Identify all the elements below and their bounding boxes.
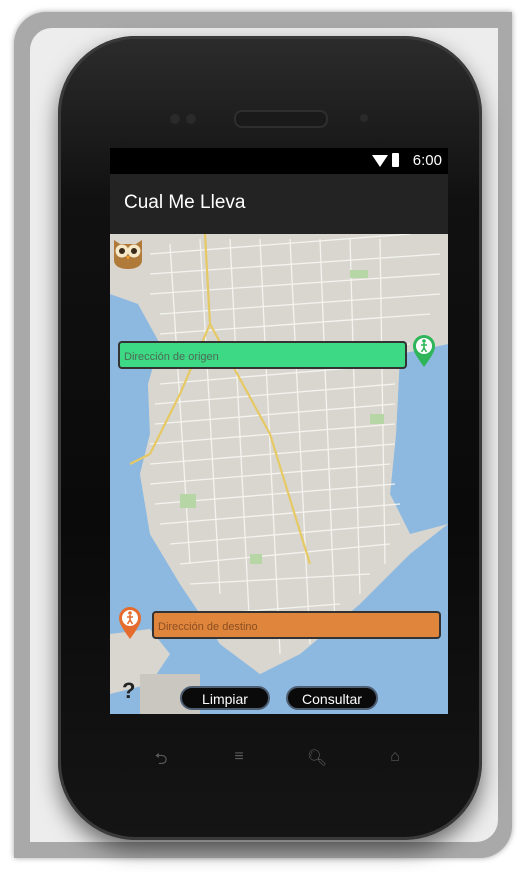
help-button[interactable]: ?: [122, 678, 135, 704]
status-time: 6:00: [412, 152, 442, 169]
search-icon[interactable]: 🔍︎: [302, 748, 332, 768]
earpiece-speaker: [234, 110, 328, 128]
destination-walking-pin-icon[interactable]: [118, 606, 142, 640]
app-title: Cual Me Lleva: [124, 192, 246, 213]
phone-screen: 6:00 Cual Me Lleva Dirección de origen D…: [110, 148, 448, 714]
menu-icon[interactable]: ≡: [224, 748, 254, 768]
ambient-sensor: [186, 114, 196, 124]
destination-address-input[interactable]: Dirección de destino: [152, 611, 441, 639]
clear-button[interactable]: Limpiar: [180, 686, 270, 710]
status-bar: 6:00: [110, 148, 448, 174]
owl-logo-icon[interactable]: [110, 234, 146, 270]
origin-walking-pin-icon[interactable]: [412, 334, 436, 368]
map-tiles: [110, 234, 448, 714]
home-icon[interactable]: ⌂: [380, 748, 410, 768]
origin-address-input[interactable]: Dirección de origen: [118, 341, 407, 369]
wifi-icon: [372, 155, 388, 167]
front-camera: [360, 114, 368, 122]
proximity-sensor: [170, 114, 180, 124]
action-bar: Cual Me Lleva: [110, 174, 448, 234]
map-view[interactable]: Dirección de origen Dirección de destino…: [110, 234, 448, 714]
battery-icon: [392, 153, 399, 167]
back-icon[interactable]: ⮌: [146, 748, 176, 768]
query-button[interactable]: Consultar: [286, 686, 378, 710]
